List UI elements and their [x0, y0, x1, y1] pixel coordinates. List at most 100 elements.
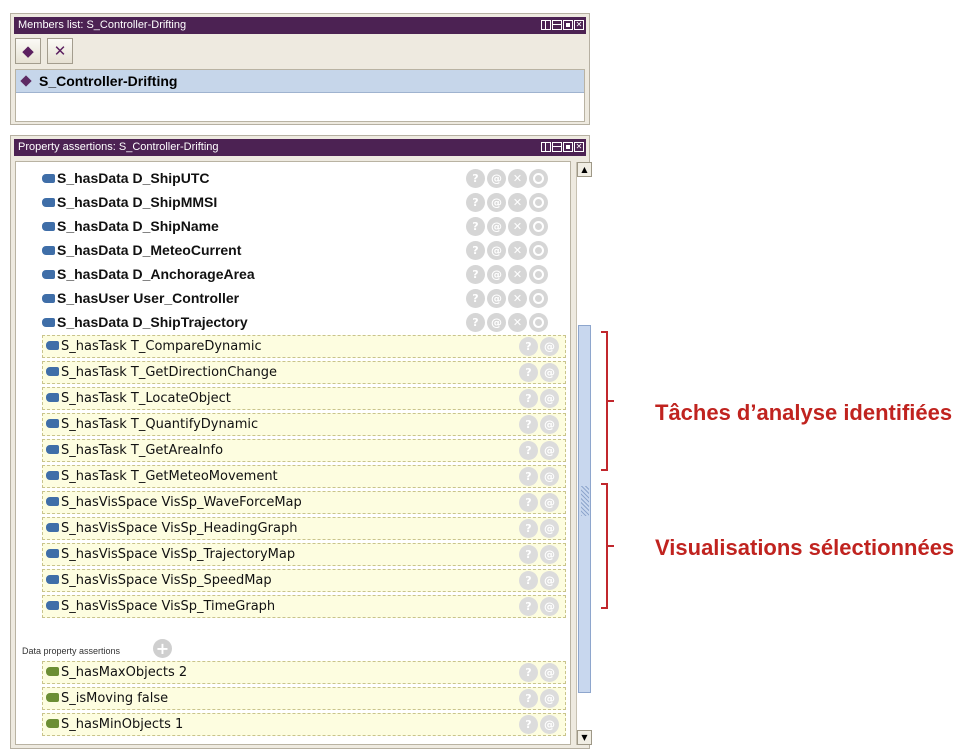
close-icon[interactable]: ✕ [574, 20, 584, 30]
explain-icon[interactable]: ? [519, 493, 538, 512]
vis-assertion-row[interactable]: S_hasVisSpace VisSp_TrajectoryMap ? @ [42, 543, 566, 566]
delete-icon[interactable]: ✕ [508, 216, 527, 236]
delete-icon[interactable]: ✕ [508, 240, 527, 260]
vis-assertion-row[interactable]: S_hasVisSpace VisSp_HeadingGraph ? @ [42, 517, 566, 540]
assertions-window-controls: ✕ [541, 142, 584, 152]
object-property-icon [42, 269, 55, 279]
explain-icon[interactable]: ? [519, 663, 538, 682]
explain-icon[interactable]: ? [519, 571, 538, 590]
annotate-icon[interactable]: @ [540, 545, 559, 564]
annotate-icon[interactable]: @ [540, 715, 559, 734]
annotate-icon[interactable]: @ [540, 441, 559, 460]
assertion-label: S_hasData D_ShipName [57, 218, 219, 234]
object-assertion-row[interactable]: S_hasData D_ShipUTC ? @ ✕ [16, 166, 570, 190]
explain-icon[interactable]: ? [519, 441, 538, 460]
delete-icon[interactable]: ✕ [508, 312, 527, 332]
annotate-icon[interactable]: @ [540, 519, 559, 538]
explain-icon[interactable]: ? [519, 545, 538, 564]
maximize-icon[interactable] [563, 20, 573, 30]
explain-icon[interactable]: ? [466, 192, 485, 212]
delete-member-button[interactable]: ✕ [47, 38, 73, 64]
annotate-icon[interactable]: @ [540, 597, 559, 616]
object-assertion-row[interactable]: S_hasData D_AnchorageArea ? @ ✕ [16, 262, 570, 286]
vis-assertion-row[interactable]: S_hasVisSpace VisSp_WaveForceMap ? @ [42, 491, 566, 514]
edit-icon[interactable] [529, 192, 548, 212]
explain-icon[interactable]: ? [519, 715, 538, 734]
vis-assertion-row[interactable]: S_hasVisSpace VisSp_TimeGraph ? @ [42, 595, 566, 618]
annotate-icon[interactable]: @ [487, 264, 506, 284]
annotate-icon[interactable]: @ [540, 571, 559, 590]
edit-icon[interactable] [529, 216, 548, 236]
task-assertion-row[interactable]: S_hasTask T_QuantifyDynamic ? @ [42, 413, 566, 436]
edit-icon[interactable] [529, 312, 548, 332]
explain-icon[interactable]: ? [519, 689, 538, 708]
explain-icon[interactable]: ? [519, 519, 538, 538]
explain-icon[interactable]: ? [519, 467, 538, 486]
task-assertion-row[interactable]: S_hasTask T_CompareDynamic ? @ [42, 335, 566, 358]
annotate-icon[interactable]: @ [487, 240, 506, 260]
object-assertion-row[interactable]: S_hasData D_ShipMMSI ? @ ✕ [16, 190, 570, 214]
scroll-down-button[interactable]: ▼ [577, 730, 592, 745]
annotate-icon[interactable]: @ [487, 288, 506, 308]
vertical-scrollbar[interactable]: ▲ ▼ [576, 162, 592, 745]
scroll-up-button[interactable]: ▲ [577, 162, 592, 177]
task-assertion-row[interactable]: S_hasTask T_GetMeteoMovement ? @ [42, 465, 566, 488]
visualisations-bracket-tick [608, 545, 614, 547]
annotate-icon[interactable]: @ [540, 663, 559, 682]
annotate-icon[interactable]: @ [540, 467, 559, 486]
annotate-icon[interactable]: @ [487, 192, 506, 212]
task-assertion-row[interactable]: S_hasTask T_LocateObject ? @ [42, 387, 566, 410]
data-assertion-row[interactable]: S_hasMaxObjects 2 ? @ [42, 661, 566, 684]
vis-assertion-row[interactable]: S_hasVisSpace VisSp_SpeedMap ? @ [42, 569, 566, 592]
add-data-assertion-button[interactable]: + [153, 639, 172, 658]
edit-icon[interactable] [529, 288, 548, 308]
explain-icon[interactable]: ? [466, 240, 485, 260]
explain-icon[interactable]: ? [466, 216, 485, 236]
task-assertion-row[interactable]: S_hasTask T_GetAreaInfo ? @ [42, 439, 566, 462]
annotate-icon[interactable]: @ [540, 415, 559, 434]
explain-icon[interactable]: ? [519, 337, 538, 356]
split-horizontal-icon[interactable] [552, 142, 562, 152]
explain-icon[interactable]: ? [519, 363, 538, 382]
object-assertion-row[interactable]: S_hasUser User_Controller ? @ ✕ [16, 286, 570, 310]
object-assertion-row[interactable]: S_hasData D_MeteoCurrent ? @ ✕ [16, 238, 570, 262]
annotate-icon[interactable]: @ [540, 493, 559, 512]
maximize-icon[interactable] [563, 142, 573, 152]
explain-icon[interactable]: ? [519, 597, 538, 616]
annotate-icon[interactable]: @ [540, 389, 559, 408]
explain-icon[interactable]: ? [519, 415, 538, 434]
delete-icon[interactable]: ✕ [508, 264, 527, 284]
assertion-label: S_hasData D_ShipMMSI [57, 194, 218, 210]
scroll-thumb[interactable] [578, 325, 591, 693]
edit-icon[interactable] [529, 264, 548, 284]
object-assertion-row[interactable]: S_hasData D_ShipName ? @ ✕ [16, 214, 570, 238]
annotate-icon[interactable]: @ [540, 337, 559, 356]
explain-icon[interactable]: ? [466, 264, 485, 284]
annotate-icon[interactable]: @ [540, 689, 559, 708]
row-buttons: ? @ [519, 441, 559, 460]
annotate-icon[interactable]: @ [487, 168, 506, 188]
split-horizontal-icon[interactable] [552, 20, 562, 30]
explain-icon[interactable]: ? [519, 389, 538, 408]
data-assertion-row[interactable]: S_hasMinObjects 1 ? @ [42, 713, 566, 736]
edit-icon[interactable] [529, 168, 548, 188]
annotate-icon[interactable]: @ [540, 363, 559, 382]
explain-icon[interactable]: ? [466, 288, 485, 308]
delete-icon[interactable]: ✕ [508, 288, 527, 308]
add-member-button[interactable]: ◆ [15, 38, 41, 64]
annotate-icon[interactable]: @ [487, 312, 506, 332]
member-item-selected[interactable]: S_Controller-Drifting [16, 70, 584, 93]
explain-icon[interactable]: ? [466, 312, 485, 332]
close-icon[interactable]: ✕ [574, 142, 584, 152]
object-assertion-row[interactable]: S_hasData D_ShipTrajectory ? @ ✕ [16, 310, 570, 334]
split-vertical-icon[interactable] [541, 20, 551, 30]
delete-icon[interactable]: ✕ [508, 192, 527, 212]
edit-icon[interactable] [529, 240, 548, 260]
data-assertion-row[interactable]: S_isMoving false ? @ [42, 687, 566, 710]
delete-icon[interactable]: ✕ [508, 168, 527, 188]
task-assertion-row[interactable]: S_hasTask T_GetDirectionChange ? @ [42, 361, 566, 384]
explain-icon[interactable]: ? [466, 168, 485, 188]
split-vertical-icon[interactable] [541, 142, 551, 152]
annotate-icon[interactable]: @ [487, 216, 506, 236]
object-property-icon [46, 497, 59, 506]
